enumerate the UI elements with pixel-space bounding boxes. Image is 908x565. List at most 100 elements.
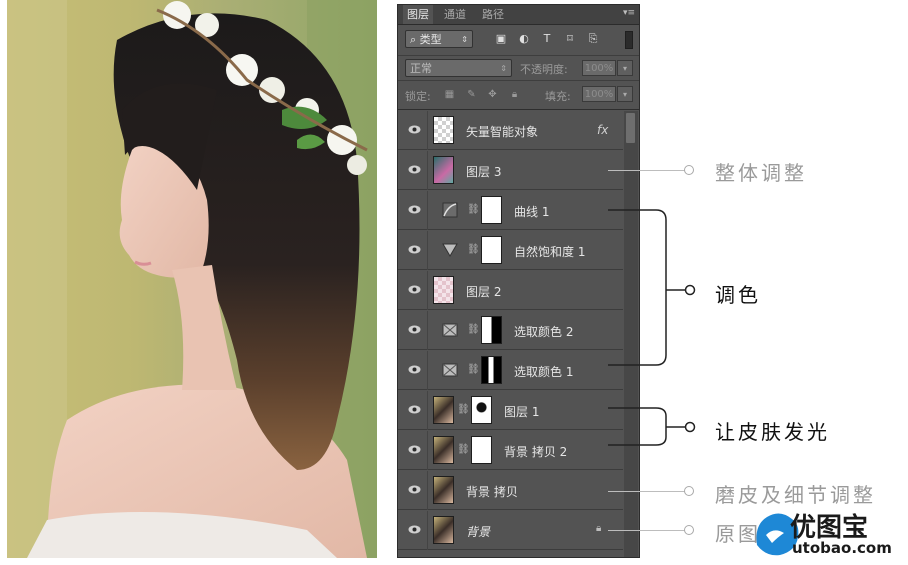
panel-menu-icon[interactable]: ▾≡: [623, 8, 635, 18]
layer-thumbnail: [433, 156, 454, 184]
filter-type-icon[interactable]: T: [541, 33, 553, 45]
layer-thumbnail: [433, 396, 454, 424]
layer-name: 自然饱和度 1: [514, 245, 586, 259]
link-icon[interactable]: ⛓: [457, 404, 470, 415]
tab-channels[interactable]: 通道: [440, 5, 470, 24]
opacity-label: 不透明度:: [520, 63, 568, 76]
layer-thumbnail: [433, 116, 454, 144]
lock-row: 锁定: ▦ ✎ ✥ 🔒︎ 填充: 100% ▾: [398, 81, 639, 110]
visibility-toggle[interactable]: [398, 431, 428, 470]
opacity-field[interactable]: 100%: [582, 60, 616, 76]
visibility-toggle[interactable]: [398, 231, 428, 270]
visibility-toggle[interactable]: [398, 191, 428, 230]
layer-thumbnail: [433, 436, 454, 464]
color-bracket: [608, 209, 696, 366]
visibility-toggle[interactable]: [398, 111, 428, 150]
annotation-glow: 让皮肤发光: [715, 420, 830, 444]
filter-kind-label: 类型: [419, 33, 442, 46]
visibility-toggle[interactable]: [398, 511, 428, 550]
layer-row[interactable]: 图层 3: [398, 151, 623, 190]
layer-name: 图层 2: [466, 285, 502, 299]
portrait-photo: [7, 0, 377, 558]
layer-row[interactable]: ⛓ 自然饱和度 1: [398, 231, 623, 270]
visibility-toggle[interactable]: [398, 271, 428, 310]
tab-paths[interactable]: 路径: [478, 5, 508, 24]
layer-name: 选取颜色 2: [514, 325, 574, 339]
annotation-overall: 整体调整: [715, 161, 807, 185]
layer-name: 曲线 1: [514, 205, 550, 219]
mask-thumbnail: [471, 436, 492, 464]
link-icon[interactable]: ⛓: [467, 244, 480, 255]
eye-icon: [408, 245, 421, 254]
visibility-toggle[interactable]: [398, 471, 428, 510]
layer-row[interactable]: ⛓ 背景 拷贝 2: [398, 431, 623, 470]
visibility-toggle[interactable]: [398, 391, 428, 430]
visibility-toggle[interactable]: [398, 311, 428, 350]
layer-name: 背景: [466, 525, 491, 539]
layer-row[interactable]: ⛓ 选取颜色 1: [398, 351, 623, 390]
watermark: 优图宝 utobao.com: [752, 505, 902, 561]
layer-row[interactable]: 图层 2: [398, 271, 623, 310]
layer-row[interactable]: ⛓ 图层 1: [398, 391, 623, 430]
fill-label: 填充:: [545, 90, 571, 103]
link-icon[interactable]: ⛓: [467, 324, 480, 335]
eye-icon: [408, 205, 421, 214]
annotation-dot: [684, 486, 694, 496]
layer-name: 背景 拷贝 2: [504, 445, 568, 459]
search-icon: ⌕: [410, 33, 420, 46]
lock-move-icon[interactable]: ✥: [487, 89, 498, 100]
layer-row[interactable]: 矢量智能对象 fx: [398, 111, 623, 150]
annotation-line: [608, 530, 686, 531]
filter-adjustment-icon[interactable]: ◐: [518, 33, 530, 45]
layer-name: 图层 1: [504, 405, 540, 419]
glow-bracket: [608, 407, 696, 446]
blend-mode-value: 正常: [410, 62, 432, 75]
filter-pixel-icon[interactable]: ▣: [495, 33, 507, 45]
annotation-line: [608, 491, 686, 492]
lock-transparency-icon[interactable]: ▦: [444, 89, 455, 100]
lock-brush-icon[interactable]: ✎: [466, 89, 477, 100]
layer-row[interactable]: ⛓ 选取颜色 2: [398, 311, 623, 350]
watermark-url: utobao.com: [792, 539, 892, 557]
blend-mode-select[interactable]: 正常 ⇕: [405, 59, 512, 77]
link-icon[interactable]: ⛓: [467, 204, 480, 215]
curves-icon: [442, 202, 458, 218]
filter-toggle[interactable]: [625, 31, 633, 49]
filter-smart-object-icon[interactable]: ⎘: [587, 33, 599, 45]
filter-shape-icon[interactable]: ⌑: [564, 33, 576, 45]
mask-thumbnail: [471, 396, 492, 424]
annotation-smoothing: 磨皮及细节调整: [715, 483, 876, 507]
annotation-dot: [684, 165, 694, 175]
mask-thumbnail: [481, 236, 502, 264]
vibrance-icon: [442, 243, 458, 257]
eye-icon: [408, 445, 421, 454]
annotation-dot: [684, 525, 694, 535]
eye-icon: [408, 325, 421, 334]
tab-layers[interactable]: 图层: [403, 5, 433, 24]
eye-icon: [408, 125, 421, 134]
mask-thumbnail: [481, 316, 502, 344]
link-icon[interactable]: ⛓: [467, 364, 480, 375]
annotation-line: [608, 170, 686, 171]
fill-dropdown-icon[interactable]: ▾: [617, 86, 633, 102]
panel-tab-bar: 图层 通道 路径 ▾≡: [398, 5, 639, 25]
link-icon[interactable]: ⛓: [457, 444, 470, 455]
opacity-dropdown-icon[interactable]: ▾: [617, 60, 633, 76]
eye-icon: [408, 365, 421, 374]
visibility-toggle[interactable]: [398, 151, 428, 190]
layer-row[interactable]: 背景 拷贝: [398, 471, 623, 510]
eye-icon: [408, 405, 421, 414]
fill-field[interactable]: 100%: [582, 86, 616, 102]
blend-row: 正常 ⇕ 不透明度: 100% ▾: [398, 56, 639, 81]
visibility-toggle[interactable]: [398, 351, 428, 390]
fx-badge[interactable]: fx: [597, 123, 608, 137]
portrait-illustration: [7, 0, 377, 558]
scrollbar-thumb[interactable]: [626, 113, 635, 143]
annotation-color: 调色: [715, 283, 761, 307]
layer-row[interactable]: ⛓ 曲线 1: [398, 191, 623, 230]
eye-icon: [408, 165, 421, 174]
layer-name: 矢量智能对象: [466, 125, 539, 139]
filter-kind-select[interactable]: ⌕ 类型 ⇕: [405, 30, 473, 48]
lock-all-icon[interactable]: 🔒︎: [509, 89, 520, 100]
layer-row[interactable]: 背景 🔒︎: [398, 511, 623, 550]
